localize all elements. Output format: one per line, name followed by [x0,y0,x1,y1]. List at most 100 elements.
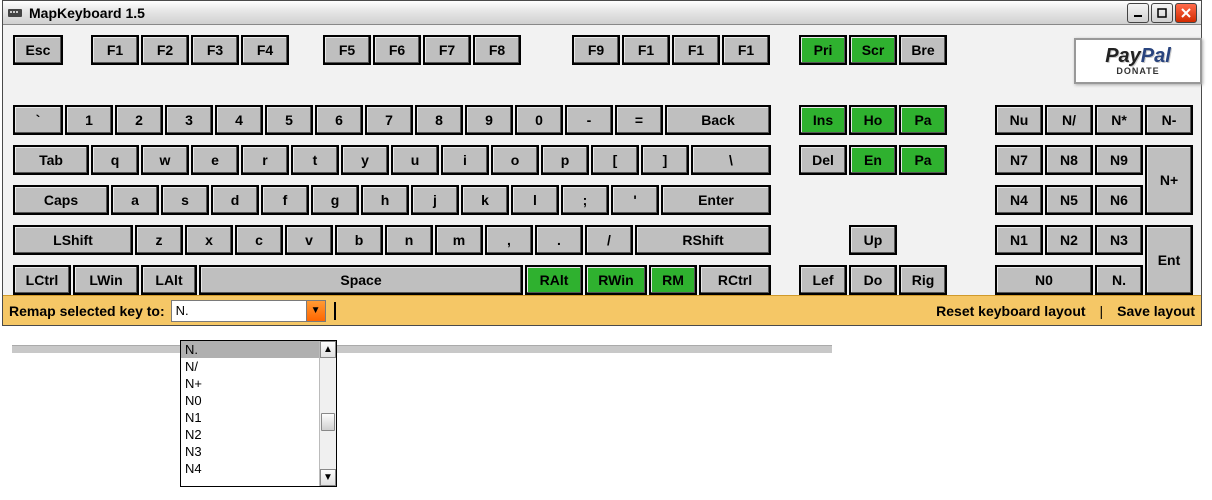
key-k3[interactable]: 3 [165,105,213,135]
scroll-up-button[interactable]: ▲ [320,341,336,358]
scroll-down-button[interactable]: ▼ [320,469,336,486]
key-f1[interactable]: F1 [91,35,139,65]
key-pa2[interactable]: Pa [899,145,947,175]
key-tab[interactable]: Tab [13,145,89,175]
key-nminus[interactable]: N- [1145,105,1193,135]
dropdown-item[interactable]: N2 [181,426,336,443]
key-lwin[interactable]: LWin [73,265,139,295]
close-button[interactable] [1175,3,1197,23]
key-e[interactable]: e [191,145,239,175]
key-lbrk[interactable]: [ [591,145,639,175]
key-ho[interactable]: Ho [849,105,897,135]
key-nstar[interactable]: N* [1095,105,1143,135]
key-f3[interactable]: F3 [191,35,239,65]
key-f4[interactable]: F4 [241,35,289,65]
key-ralt[interactable]: RAlt [525,265,583,295]
dropdown-item[interactable]: N0 [181,392,336,409]
key-n9[interactable]: N9 [1095,145,1143,175]
key-rig[interactable]: Rig [899,265,947,295]
remap-combobox-dropdown-button[interactable]: ▼ [306,300,326,322]
key-lctrl[interactable]: LCtrl [13,265,71,295]
key-j[interactable]: j [411,185,459,215]
key-lalt[interactable]: LAlt [141,265,197,295]
key-del[interactable]: Del [799,145,847,175]
key-x[interactable]: x [185,225,233,255]
key-dot[interactable]: . [535,225,583,255]
paypal-donate-button[interactable]: PayPal DONATE [1074,38,1202,84]
dropdown-item[interactable]: N3 [181,443,336,460]
key-slash[interactable]: / [585,225,633,255]
key-n8[interactable]: N8 [1045,145,1093,175]
key-nplus[interactable]: N+ [1145,145,1193,215]
key-o[interactable]: o [491,145,539,175]
key-ndot[interactable]: N. [1095,265,1143,295]
key-k1[interactable]: 1 [65,105,113,135]
key-scr[interactable]: Scr [849,35,897,65]
key-m[interactable]: m [435,225,483,255]
key-f[interactable]: f [261,185,309,215]
key-k4[interactable]: 4 [215,105,263,135]
key-k5[interactable]: 5 [265,105,313,135]
key-en[interactable]: En [849,145,897,175]
key-n0[interactable]: N0 [995,265,1093,295]
key-esc[interactable]: Esc [13,35,63,65]
key-pa[interactable]: Pa [899,105,947,135]
dropdown-item[interactable]: N1 [181,409,336,426]
remap-combobox[interactable]: N. ▼ [171,300,326,322]
key-f12[interactable]: F1 [722,35,770,65]
key-nu[interactable]: Nu [995,105,1043,135]
dropdown-item[interactable]: N4 [181,460,336,477]
key-k9[interactable]: 9 [465,105,513,135]
key-semi[interactable]: ; [561,185,609,215]
key-rm[interactable]: RM [649,265,697,295]
titlebar[interactable]: MapKeyboard 1.5 [3,1,1201,25]
key-y[interactable]: y [341,145,389,175]
key-tick[interactable]: ` [13,105,63,135]
key-n[interactable]: n [385,225,433,255]
key-f8[interactable]: F8 [473,35,521,65]
dropdown-scrollbar[interactable]: ▲ ▼ [319,341,336,486]
key-k8[interactable]: 8 [415,105,463,135]
key-u[interactable]: u [391,145,439,175]
save-layout-link[interactable]: Save layout [1117,303,1195,319]
scroll-thumb[interactable] [321,413,335,431]
reset-layout-link[interactable]: Reset keyboard layout [936,303,1085,319]
key-rwin[interactable]: RWin [585,265,647,295]
key-ins[interactable]: Ins [799,105,847,135]
key-l[interactable]: l [511,185,559,215]
key-equal[interactable]: = [615,105,663,135]
key-b[interactable]: b [335,225,383,255]
key-k[interactable]: k [461,185,509,215]
key-lshift[interactable]: LShift [13,225,133,255]
key-n1[interactable]: N1 [995,225,1043,255]
key-bslash[interactable]: \ [691,145,771,175]
key-enter[interactable]: Enter [661,185,771,215]
remap-dropdown-list[interactable]: N.N/N+N0N1N2N3N4 ▲ ▼ [180,340,337,487]
key-k6[interactable]: 6 [315,105,363,135]
key-nslash[interactable]: N/ [1045,105,1093,135]
key-nent[interactable]: Ent [1145,225,1193,295]
key-z[interactable]: z [135,225,183,255]
key-comma[interactable]: , [485,225,533,255]
key-k2[interactable]: 2 [115,105,163,135]
key-d[interactable]: d [211,185,259,215]
key-n5[interactable]: N5 [1045,185,1093,215]
key-rctrl[interactable]: RCtrl [699,265,771,295]
key-n3[interactable]: N3 [1095,225,1143,255]
key-r[interactable]: r [241,145,289,175]
key-f11[interactable]: F1 [672,35,720,65]
key-a[interactable]: a [111,185,159,215]
dropdown-item[interactable]: N/ [181,358,336,375]
key-f6[interactable]: F6 [373,35,421,65]
key-lef[interactable]: Lef [799,265,847,295]
key-rbrk[interactable]: ] [641,145,689,175]
key-caps[interactable]: Caps [13,185,109,215]
minimize-button[interactable] [1127,3,1149,23]
key-p[interactable]: p [541,145,589,175]
key-n2[interactable]: N2 [1045,225,1093,255]
key-pri[interactable]: Pri [799,35,847,65]
dropdown-item[interactable]: N. [181,341,336,358]
key-minus[interactable]: - [565,105,613,135]
key-h[interactable]: h [361,185,409,215]
key-g[interactable]: g [311,185,359,215]
